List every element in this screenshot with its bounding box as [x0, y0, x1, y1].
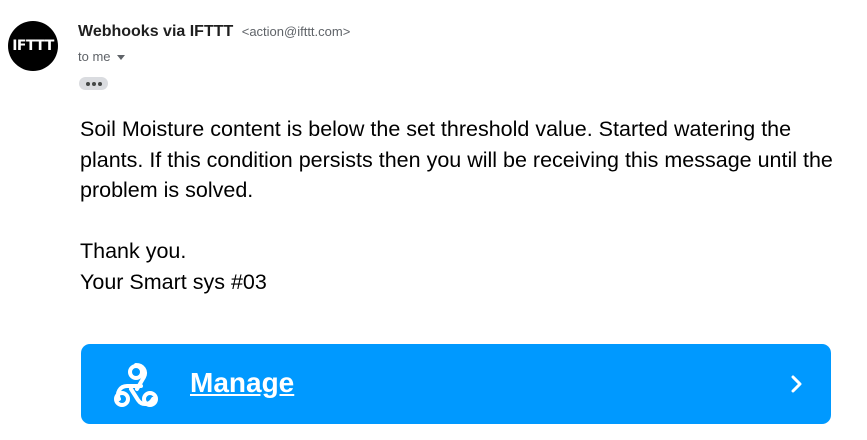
message-body: Soil Moisture content is below the set t…: [80, 114, 850, 297]
body-thanks: Thank you.: [80, 239, 187, 263]
sender-line: Webhooks via IFTTT <action@ifttt.com>: [78, 22, 350, 42]
recipient-label: to me: [78, 49, 111, 64]
manage-button[interactable]: Manage: [81, 344, 831, 424]
chevron-down-icon[interactable]: [116, 55, 125, 60]
ellipsis-dot: [97, 81, 102, 86]
ellipsis-dot: [85, 81, 90, 86]
ellipsis-dot: [91, 81, 96, 86]
body-paragraph: Soil Moisture content is below the set t…: [80, 117, 833, 202]
webhook-icon: [114, 363, 158, 407]
show-trimmed-content-button[interactable]: [79, 77, 108, 90]
avatar-text: IFTTT: [12, 38, 54, 54]
chevron-right-icon: [791, 375, 802, 393]
email-message: IFTTT Webhooks via IFTTT <action@ifttt.c…: [0, 0, 867, 440]
sender-name[interactable]: Webhooks via IFTTT: [78, 23, 233, 40]
sender-avatar[interactable]: IFTTT: [8, 21, 58, 71]
sender-email: <action@ifttt.com>: [241, 24, 351, 39]
manage-label[interactable]: Manage: [190, 366, 294, 400]
body-signature: Your Smart sys #03: [80, 269, 267, 294]
recipient-line: to me: [78, 48, 125, 66]
